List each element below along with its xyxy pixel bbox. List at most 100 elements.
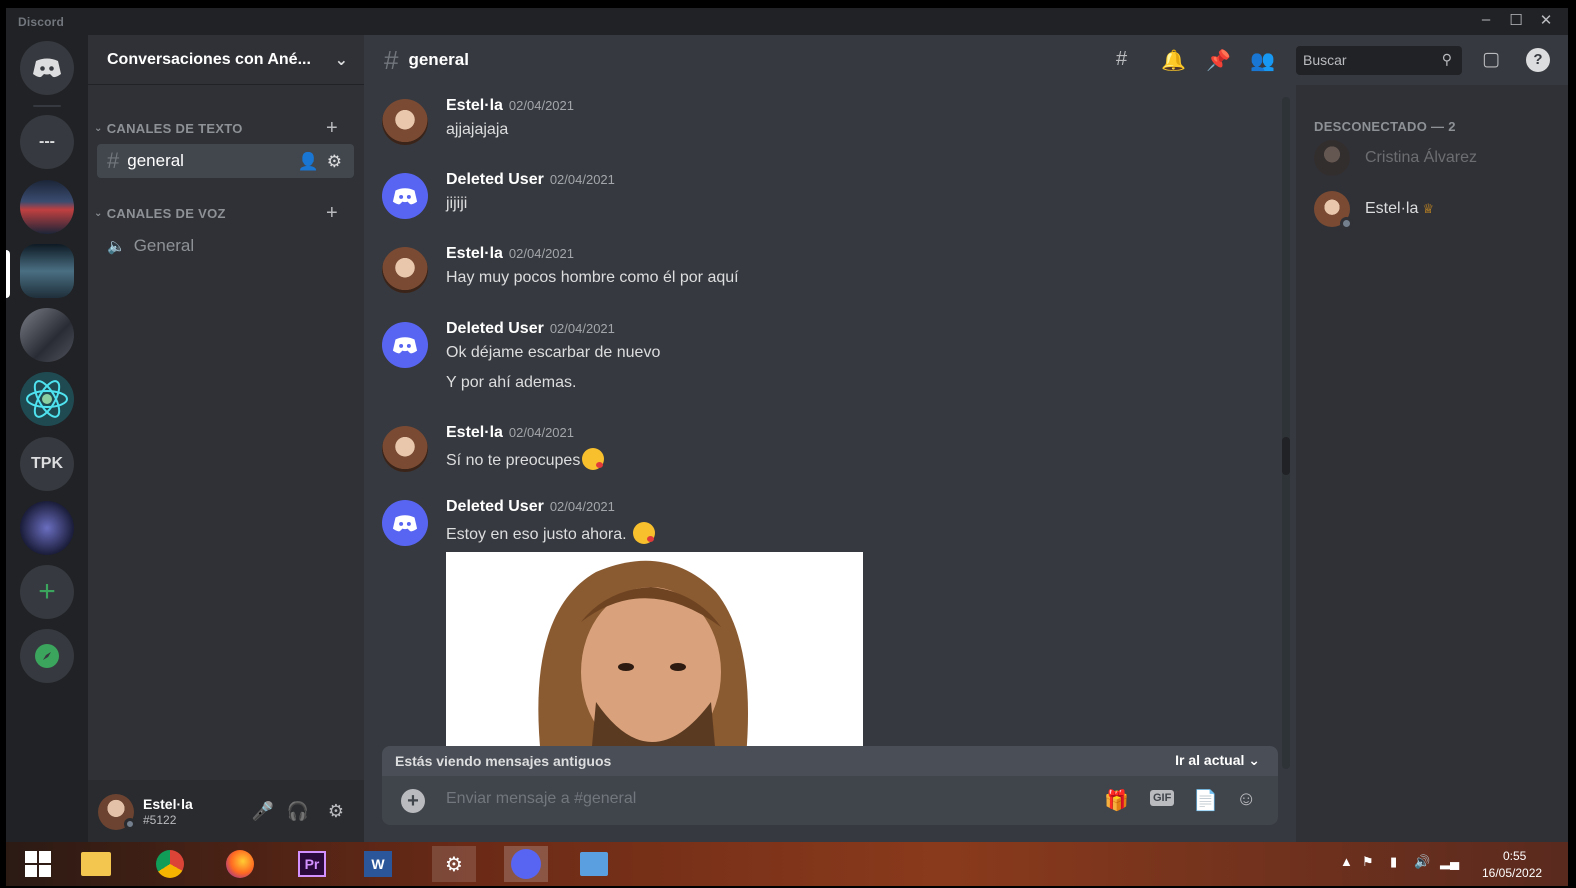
explore-servers-button[interactable] [20, 629, 74, 683]
timestamp: 02/04/2021 [508, 425, 574, 440]
category-voice-channels[interactable]: ⌄ CANALES DE VOZ + [94, 202, 338, 224]
scrollbar-thumb[interactable] [1282, 437, 1290, 475]
network-icon[interactable]: ▂▄ [1440, 854, 1459, 870]
search-input[interactable]: Buscar [1303, 52, 1347, 68]
chevron-icon: ⌄ [94, 123, 103, 134]
message-text: Hay muy pocos hombre como él por aquí [446, 269, 739, 286]
headphones-icon[interactable]: 🎧 [286, 801, 310, 822]
tray-expand-icon[interactable]: ▲ [1340, 854, 1353, 869]
timestamp: 02/04/2021 [549, 499, 615, 514]
message-author[interactable]: Deleted User 02/04/2021 [446, 171, 615, 189]
timestamp: 02/04/2021 [549, 321, 615, 336]
clock-date[interactable]: 16/05/2022 [1482, 866, 1542, 880]
kissing-face-emoji-icon [582, 448, 605, 470]
message-input[interactable]: Enviar mensaje a #general [446, 790, 636, 808]
channel-title: general [408, 50, 469, 69]
crown-icon: ♕ [1422, 201, 1435, 216]
gift-icon[interactable]: 🎁 [1104, 788, 1129, 813]
server-icon-tpk[interactable]: TPK [20, 437, 74, 491]
discord-taskbar-icon[interactable] [504, 846, 548, 882]
message-author[interactable]: Deleted User 02/04/2021 [446, 320, 615, 338]
pin-icon[interactable]: 📌 [1206, 48, 1231, 73]
member-item[interactable]: Cristina Álvarez [1314, 140, 1477, 176]
inbox-icon[interactable]: ▢ [1482, 48, 1500, 71]
avatar[interactable] [382, 99, 428, 145]
help-icon[interactable]: ? [1526, 48, 1550, 72]
scrollbar-track[interactable] [1282, 97, 1290, 769]
member-list-icon[interactable]: 👥 [1250, 48, 1275, 73]
app-name: Discord [18, 15, 65, 29]
chrome-icon[interactable] [148, 846, 192, 882]
discord-window: Discord – ☐ ✕ --- TPK + Conversaciones c… [6, 8, 1568, 842]
create-channel-icon[interactable]: + [326, 202, 338, 225]
server-icon-spaceship[interactable] [20, 308, 74, 362]
create-channel-icon[interactable]: + [326, 117, 338, 140]
close-button[interactable]: ✕ [1532, 11, 1560, 29]
member-list: DESCONECTADO — 2 Cristina Álvarez Estel·… [1296, 85, 1568, 842]
attachment-image[interactable] [446, 552, 863, 757]
invite-icon[interactable]: 👤 [298, 152, 319, 172]
word-icon[interactable]: W [356, 846, 400, 882]
server-icon-1[interactable] [20, 180, 74, 234]
message-author[interactable]: Estel·la 02/04/2021 [446, 424, 574, 442]
chevron-icon: ⌄ [94, 208, 103, 219]
server-icon-dragon[interactable] [20, 501, 74, 555]
voice-channel-general[interactable]: 🔈 General [97, 229, 354, 263]
message-author[interactable]: Estel·la 02/04/2021 [446, 97, 574, 115]
member-item[interactable]: Estel·la ♕ [1314, 191, 1435, 230]
emoji-picker-icon[interactable]: ☺ [1236, 788, 1256, 811]
message-text: Estoy en eso justo ahora. [446, 522, 655, 544]
server-icon-selected[interactable] [20, 244, 74, 298]
flag-icon[interactable]: ⚑ [1362, 854, 1374, 870]
gear-icon[interactable]: ⚙ [324, 801, 348, 822]
bell-icon[interactable]: 🔔 [1161, 48, 1186, 73]
avatar[interactable] [382, 322, 428, 368]
microphone-icon[interactable]: 🎤 [251, 801, 275, 822]
message-author[interactable]: Estel·la 02/04/2021 [446, 245, 574, 263]
avatar[interactable] [382, 173, 428, 219]
firefox-icon[interactable] [218, 846, 262, 882]
control-panel-icon[interactable] [572, 846, 616, 882]
sticker-icon[interactable]: 📄 [1193, 788, 1218, 813]
home-button[interactable] [20, 41, 74, 95]
channel-general[interactable]: # general 👤 ⚙ [97, 144, 354, 178]
channel-name: General [133, 236, 195, 255]
category-text-channels[interactable]: ⌄ CANALES DE TEXTO + [94, 117, 338, 139]
add-server-button[interactable]: + [20, 565, 74, 619]
minimize-button[interactable]: – [1472, 11, 1500, 28]
header-right: Buscar ⚲ ▢ ? [1296, 35, 1568, 85]
old-messages-notice: Estás viendo mensajes antiguos [395, 753, 612, 769]
clock-time[interactable]: 0:55 [1503, 849, 1526, 863]
maximize-button[interactable]: ☐ [1502, 11, 1530, 29]
server-header[interactable]: Conversaciones con Ané... ⌄ [88, 35, 364, 85]
compass-icon [35, 644, 59, 668]
timestamp: 02/04/2021 [508, 98, 574, 113]
windows-logo-icon [25, 851, 51, 877]
start-button[interactable] [16, 846, 60, 882]
gear-icon[interactable]: ⚙ [327, 152, 342, 172]
avatar[interactable] [382, 247, 428, 293]
premiere-icon[interactable]: Pr [290, 846, 334, 882]
threads-icon[interactable]: # [1116, 48, 1127, 71]
gif-button[interactable]: GIF [1150, 790, 1175, 806]
user-tag: #5122 [143, 813, 177, 827]
user-panel: Estel·la #5122 🎤 🎧 ⚙ [88, 780, 364, 842]
message-text: ajjajajaja [446, 121, 509, 138]
server-icon-dashes[interactable]: --- [20, 115, 74, 169]
jump-to-present-button[interactable]: Ir al actual ⌄ [1175, 752, 1260, 769]
settings-app-icon[interactable]: ⚙ [432, 846, 476, 882]
discord-logo-icon [33, 58, 61, 78]
search-box[interactable]: Buscar ⚲ [1296, 46, 1462, 75]
server-icon-atom[interactable] [20, 372, 74, 426]
channel-name: general [127, 151, 184, 170]
volume-icon[interactable]: 🔊 [1414, 854, 1430, 870]
add-attachment-button[interactable]: + [401, 789, 425, 813]
avatar[interactable] [382, 500, 428, 546]
plus-icon: + [38, 575, 56, 608]
avatar[interactable] [382, 426, 428, 472]
message-author[interactable]: Deleted User 02/04/2021 [446, 498, 615, 516]
battery-icon[interactable]: ▮ [1390, 854, 1397, 870]
server-list: --- TPK + [6, 35, 88, 842]
member-group-header: DESCONECTADO — 2 [1314, 119, 1456, 134]
file-explorer-icon[interactable] [74, 846, 118, 882]
